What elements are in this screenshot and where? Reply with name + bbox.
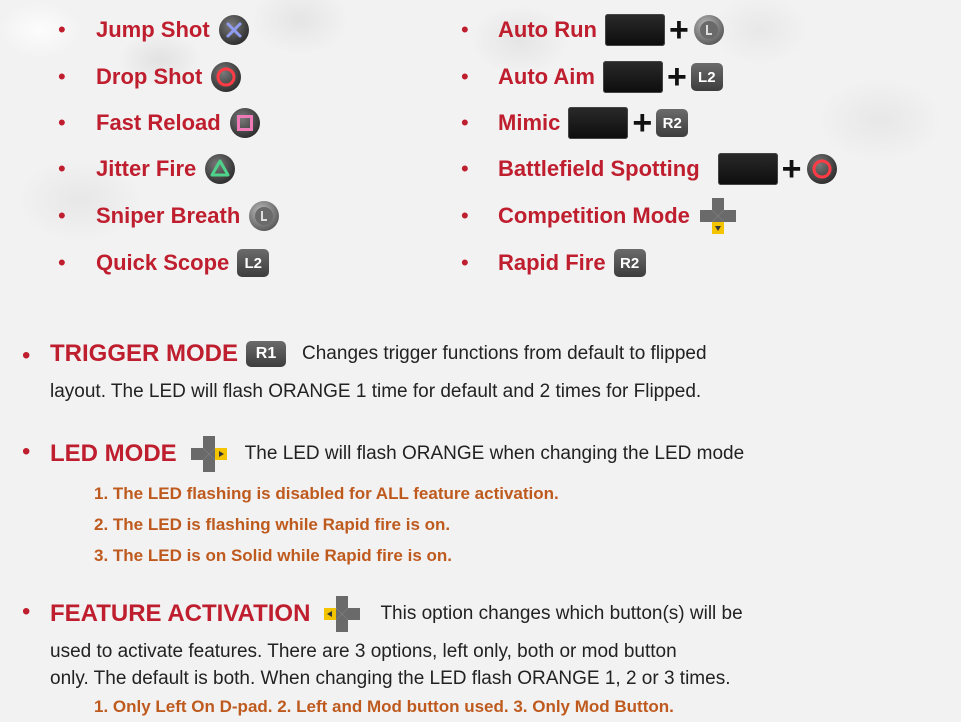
feature-row: Auto Run + [498,13,725,47]
feature-label: Battlefield Spotting [498,156,700,181]
feature-row: Rapid Fire R2 [498,246,646,280]
r2-button-icon: R2 [656,109,689,137]
dpad-right-icon [189,434,229,474]
circle-button-icon [210,61,242,93]
l2-button-icon: L2 [690,63,723,91]
feature-activation-title: FEATURE ACTIVATION [50,600,311,627]
feature-label: Competition Mode [498,203,690,228]
bullet: • [461,17,469,42]
square-button-icon [229,107,261,139]
mod-button-icon [568,107,629,139]
led-mode-option: 2. The LED is flashing while Rapid fire … [94,515,451,534]
trigger-mode-title: TRIGGER MODE [50,340,239,367]
bullet: • [22,598,31,625]
feature-label: Jitter Fire [96,156,197,181]
feature-label: Mimic [498,110,561,135]
r2-button-icon: R2 [613,249,646,277]
feature-label: Sniper Breath [96,203,241,228]
feature-activation-section: FEATURE ACTIVATION This option changes w… [50,594,743,634]
led-mode-option: 1. The LED flashing is disabled for ALL … [94,484,559,503]
feature-label: Fast Reload [96,110,221,135]
led-mode-title: LED MODE [50,440,177,467]
feature-row: Mimic + R2 [498,104,689,142]
feature-row: Auto Aim + L2 [498,60,723,94]
left-stick-icon [693,14,725,46]
plus-sign: + [781,150,802,188]
bullet: • [461,250,469,275]
feature-label: Auto Run [498,17,597,42]
mod-button-icon [604,14,665,46]
led-mode-description: The LED will flash ORANGE when changing … [244,443,745,464]
dpad-down-icon [698,196,738,236]
bullet: • [461,110,469,135]
led-mode-section: LED MODE The LED will flash ORANGE when … [50,434,744,474]
trigger-mode-line2: layout. The LED will flash ORANGE 1 time… [50,381,702,402]
feature-activation-options: 1. Only Left On D-pad. 2. Left and Mod b… [94,697,674,716]
mod-button-icon [602,61,663,93]
trigger-mode-section: TRIGGER MODE R1 Changes trigger function… [50,340,707,368]
feature-label: Rapid Fire [498,250,606,275]
left-stick-icon [248,200,280,232]
l2-button-icon: L2 [237,249,270,277]
feature-row: Jitter Fire [96,152,236,186]
led-mode-option: 3. The LED is on Solid while Rapid fire … [94,546,452,565]
trigger-mode-line1: Changes trigger functions from default t… [302,343,707,364]
bullet: • [22,438,31,465]
bullet: • [461,64,469,89]
feature-label: Drop Shot [96,64,203,89]
feature-row: Quick Scope L2 [96,246,270,280]
bullet: • [58,64,66,89]
bullet: • [22,342,31,369]
bullet: • [58,17,66,42]
triangle-button-icon [204,153,236,185]
feature-row: Battlefield Spotting + [498,152,838,186]
feature-activation-line1: This option changes which button(s) will… [380,603,743,624]
feature-label: Jump Shot [96,17,210,42]
mod-button-icon [717,153,778,185]
cross-button-icon [218,14,250,46]
bullet: • [58,250,66,275]
bullet: • [58,156,66,181]
bullet: • [58,203,66,228]
circle-button-icon [806,153,838,185]
feature-label: Quick Scope [96,250,230,275]
plus-sign: + [668,11,689,49]
r1-button-icon: R1 [246,341,287,367]
feature-row: Fast Reload [96,106,261,140]
feature-activation-line2: used to activate features. There are 3 o… [50,641,677,662]
feature-row: Drop Shot [96,60,242,94]
plus-sign: + [666,58,687,96]
bullet: • [58,110,66,135]
feature-label: Auto Aim [498,64,595,89]
feature-row: Sniper Breath [96,199,280,233]
feature-row: Jump Shot [96,13,250,47]
bullet: • [461,156,469,181]
bullet: • [461,203,469,228]
feature-row: Competition Mode [498,196,738,236]
dpad-left-icon [322,594,362,634]
plus-sign: + [632,104,653,142]
feature-activation-line3: only. The default is both. When changing… [50,668,731,689]
